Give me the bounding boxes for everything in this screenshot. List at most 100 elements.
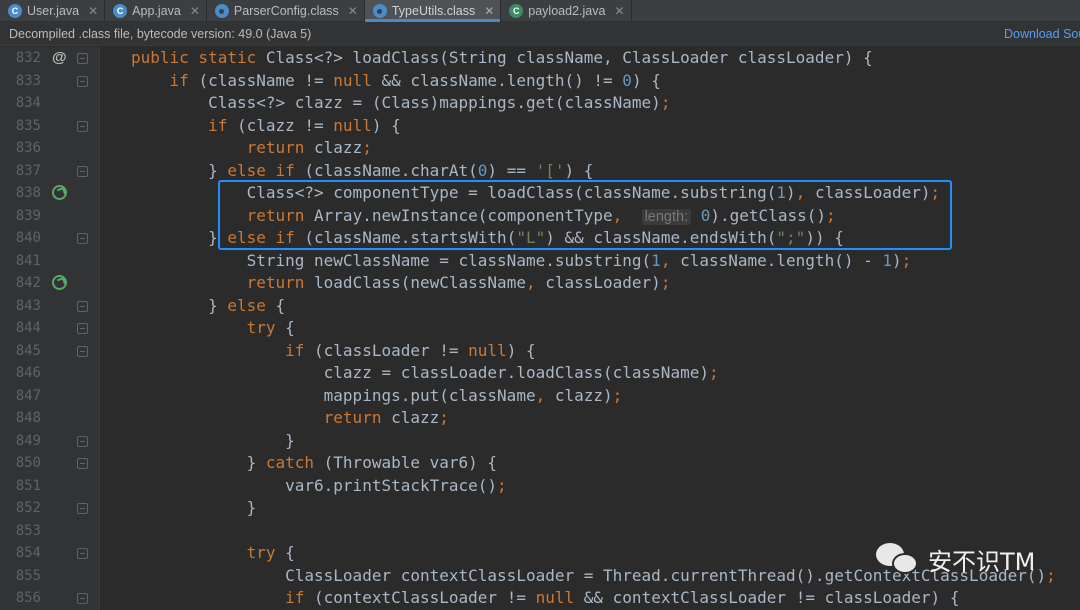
code-line: 851 var6.printStackTrace(); [0,475,1080,498]
wechat-icon [876,541,922,577]
fold-icon[interactable] [77,300,88,312]
fold-icon[interactable] [77,503,88,514]
code-text: try { [246,318,295,337]
banner-message: Decompiled .class file, bytecode version… [9,27,312,41]
code-line: 834 Class<?> clazz = (Class)mappings.get… [0,92,1080,115]
line-number: 856 [15,590,41,606]
code-line: 848 return clazz; [0,407,1080,430]
code-text: } catch (Throwable var6) { [131,453,498,472]
line-number: 841 [15,252,41,269]
code-text: return clazz; [323,408,449,427]
code-text: Class<?> clazz = (Class)mappings.get(cla… [131,93,671,112]
line-number: 838 [15,185,41,201]
line-number: 836 [15,140,41,156]
code-line: 837 } else if (className.charAt(0) == '[… [0,160,1080,183]
java-file-icon: C [509,4,524,18]
fold-icon[interactable] [77,233,88,244]
line-number: 848 [15,410,41,426]
tab-user-java[interactable]: C User.java ✕ [0,0,106,22]
line-number: 853 [15,522,41,539]
fold-icon[interactable] [77,53,88,64]
code-line: 835 if (clazz != null) { [0,115,1080,138]
tab-label: TypeUtils.class [391,4,476,18]
close-icon[interactable]: ✕ [88,4,98,18]
recursive-call-icon[interactable] [52,275,67,290]
line-number: 852 [15,500,41,516]
code-line: 846 clazz = classLoader.loadClass(classN… [0,362,1080,385]
close-icon[interactable]: ✕ [484,4,494,18]
code-text: if (className != null && className.lengt… [169,70,661,90]
code-text: return clazz; [246,138,372,157]
code-editor[interactable]: 832 @ public static Class<?> loadClass(S… [0,47,1080,610]
watermark: 安不识TM [876,541,1035,577]
annotation-at-icon[interactable]: @ [52,47,67,70]
fold-icon[interactable] [77,165,88,177]
java-class-icon: C [113,4,128,18]
code-text: if (contextClassLoader != null && contex… [285,588,960,607]
fold-icon[interactable] [77,75,88,87]
code-line: 833 if (className != null && className.l… [0,70,1080,93]
line-number: 834 [15,95,41,111]
tab-label: payload2.java [528,4,606,18]
class-file-icon [372,4,387,18]
code-text: } [131,498,257,517]
code-text: } [131,430,295,450]
class-file-icon [214,4,229,18]
line-number: 855 [15,567,41,584]
line-number: 843 [15,297,41,314]
recursive-call-icon[interactable] [52,185,67,200]
editor-tab-bar: C User.java ✕ C App.java ✕ ParserConfig.… [0,0,1080,22]
fold-icon[interactable] [77,593,88,604]
code-line: 852 } [0,497,1080,520]
code-text: mappings.put(className, clazz); [131,385,623,405]
fold-icon[interactable] [77,345,88,357]
line-number: 844 [15,320,41,336]
code-line: 849 } [0,430,1080,453]
decompiled-banner: Decompiled .class file, bytecode version… [0,22,1080,46]
fold-icon[interactable] [77,435,88,447]
tab-label: ParserConfig.class [233,4,339,18]
watermark-text: 安不识TM [928,547,1036,576]
line-number: 832 [15,50,41,66]
line-number: 839 [15,207,41,224]
line-number: 837 [15,162,41,179]
code-line: 842 return loadClass(newClassName, class… [0,272,1080,295]
close-icon[interactable]: ✕ [348,4,358,18]
line-number: 842 [15,275,41,291]
close-icon[interactable]: ✕ [614,4,624,18]
code-text: } else if (className.charAt(0) == '[') { [131,160,594,180]
tab-payload2-java[interactable]: C payload2.java ✕ [501,0,632,22]
code-line: 850 } catch (Throwable var6) { [0,452,1080,475]
fold-icon[interactable] [77,120,88,132]
code-line: 844 try { [0,317,1080,340]
line-number: 851 [15,477,41,494]
code-text: } else { [131,295,286,315]
code-line: 853 [0,520,1080,543]
tab-parserconfig-class[interactable]: ParserConfig.class ✕ [207,0,365,22]
code-text: try { [246,543,295,562]
code-text: String newClassName = className.substrin… [131,250,912,270]
line-number: 846 [15,365,41,381]
tab-label: User.java [27,4,80,18]
code-line: 856 if (contextClassLoader != null && co… [0,587,1080,610]
code-text: if (clazz != null) { [208,115,401,135]
code-text: clazz = classLoader.loadClass(className)… [131,363,719,382]
close-icon[interactable]: ✕ [190,4,200,18]
tab-typeutils-class[interactable]: TypeUtils.class ✕ [364,0,502,22]
line-number: 835 [15,117,41,134]
code-line: 836 return clazz; [0,137,1080,160]
line-number: 833 [15,72,41,89]
code-line: 832 @ public static Class<?> loadClass(S… [0,47,1080,70]
code-text: public static Class<?> loadClass(String … [131,48,873,67]
fold-icon[interactable] [77,323,88,334]
fold-icon[interactable] [77,548,88,559]
code-line: 847 mappings.put(className, clazz); [0,385,1080,408]
download-sources-link[interactable]: Download Sources [1004,22,1080,46]
tab-label: App.java [132,4,181,18]
java-class-icon: C [8,4,22,18]
code-line: 841 String newClassName = className.subs… [0,250,1080,273]
tab-app-java[interactable]: C App.java ✕ [105,0,207,22]
fold-icon[interactable] [77,458,88,469]
code-line: 845 if (classLoader != null) { [0,340,1080,363]
code-line: 843 } else { [0,295,1080,318]
